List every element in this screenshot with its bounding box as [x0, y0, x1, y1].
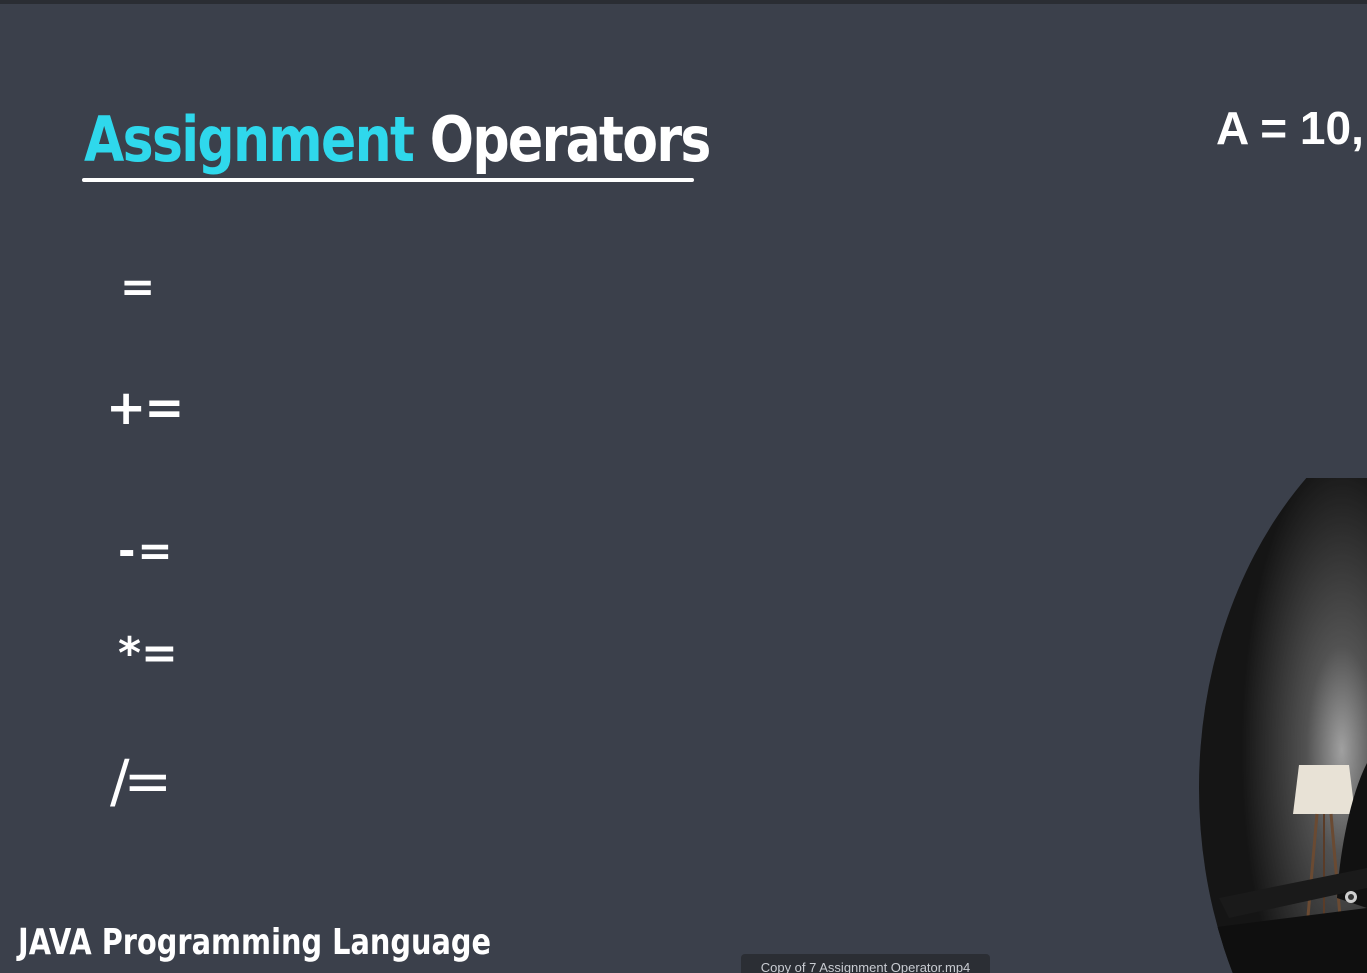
title-accent-word: Assignment [84, 103, 415, 176]
operator-multiply-assign: *= [118, 628, 178, 679]
webcam-overlay [1199, 478, 1367, 973]
operator-divide-assign: /= [110, 747, 172, 815]
title-underline [82, 178, 694, 182]
slide-title: Assignment Operators [84, 102, 712, 178]
title-main-word: Operators [429, 103, 712, 176]
operator-plus-assign: += [106, 380, 184, 436]
formula-text: A = 10, [1216, 102, 1364, 154]
video-filename-tooltip: Copy of 7 Assignment Operator.mp4 [741, 954, 990, 973]
footer-course-label: JAVA Programming Language [18, 922, 492, 963]
window-top-strip [0, 0, 1367, 4]
operator-minus-assign: -= [118, 526, 175, 575]
webcam-feed-icon [1199, 478, 1367, 973]
operator-assign: = [120, 262, 156, 311]
